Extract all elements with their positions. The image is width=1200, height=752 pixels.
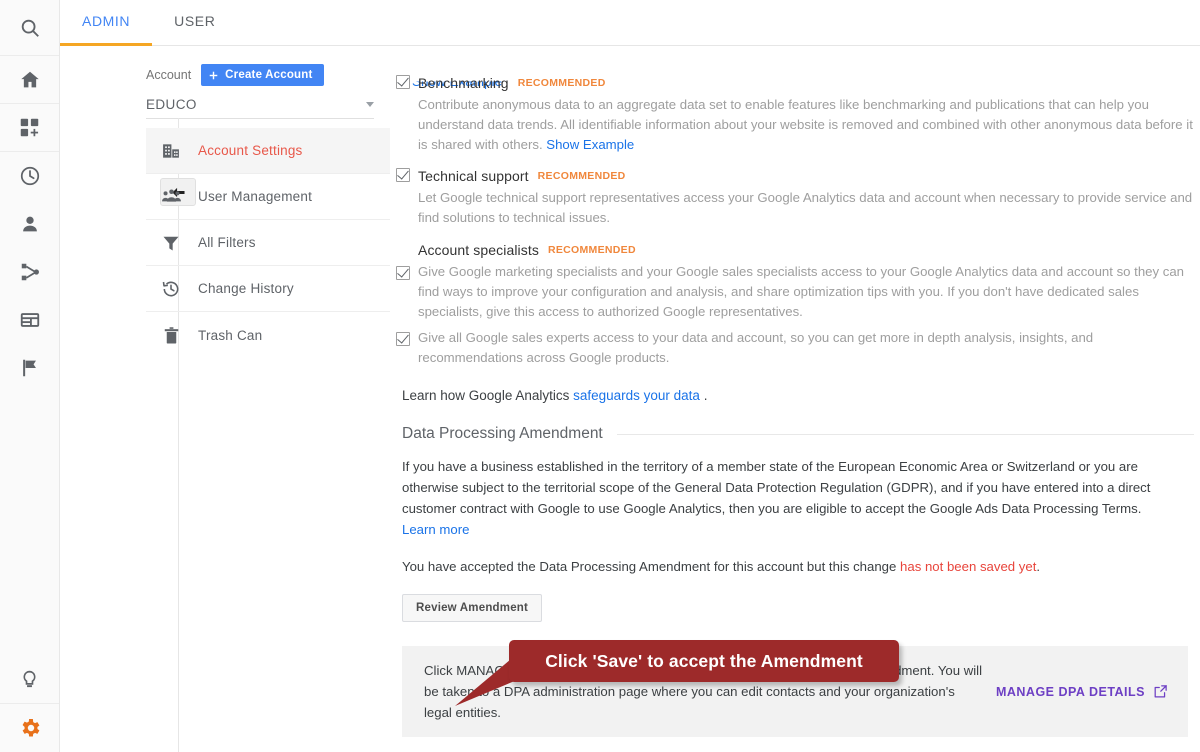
dpa-section-header: Data Processing Amendment — [396, 425, 1194, 443]
conversions-flag-icon[interactable] — [0, 344, 59, 392]
home-icon[interactable] — [0, 56, 59, 104]
sidebar-item-trash-can[interactable]: Trash Can — [146, 312, 390, 358]
people-group-icon — [160, 186, 182, 207]
review-amendment-button[interactable]: Review Amendment — [402, 594, 543, 622]
sales-experts-description: Give all Google sales experts access to … — [418, 330, 1094, 365]
top-tabs: ADMIN USER — [60, 0, 1200, 46]
account-config-panel: Account Create Account EDUCO Account Set… — [60, 47, 390, 752]
funnel-filter-icon — [160, 233, 182, 253]
google-analytics-admin-screen: ADMIN USER Account Create Account EDUCO — [0, 0, 1200, 752]
chevron-down-icon — [366, 102, 374, 107]
benchmarking-checkbox[interactable] — [396, 75, 410, 89]
recommended-badge: RECOMMENDED — [537, 170, 626, 182]
dpa-status-warning: has not been saved yet — [900, 559, 1037, 574]
dpa-paragraph: If you have a business established in th… — [396, 456, 1178, 540]
account-label: Account — [146, 68, 192, 82]
plus-icon — [209, 71, 218, 79]
manage-dpa-details-link[interactable]: MANAGE DPA DETAILS — [996, 684, 1168, 699]
create-account-button[interactable]: Create Account — [201, 64, 324, 86]
discover-bulb-icon[interactable] — [0, 656, 59, 704]
safeguards-suffix: . — [699, 388, 708, 403]
acquisition-share-icon[interactable] — [0, 248, 59, 296]
learn-more-link[interactable]: Learn more — [402, 522, 469, 537]
sidebar-item-label: User Management — [198, 189, 313, 204]
technical-support-header: Technical support RECOMMENDED — [418, 166, 1194, 186]
rail-spacer — [0, 392, 59, 656]
safeguards-prefix: Learn how Google Analytics — [402, 388, 574, 403]
technical-support-title: Technical support — [418, 168, 529, 184]
dpa-paragraph-text: If you have a business established in th… — [402, 459, 1151, 516]
account-specialists-title: Account specialists — [418, 242, 539, 258]
sidebar-item-label: Change History — [198, 281, 294, 296]
tab-admin[interactable]: ADMIN — [60, 0, 153, 46]
section-divider — [616, 433, 1194, 435]
recommended-badge: RECOMMENDED — [547, 244, 636, 256]
marketing-specialists-description: Give Google marketing specialists and yo… — [418, 264, 1185, 319]
benchmarking-title: Benchmarking — [418, 75, 509, 91]
technical-support-description: Let Google technical support representat… — [418, 190, 1193, 225]
account-header: Account Create Account — [146, 64, 324, 86]
primary-nav-rail — [0, 0, 60, 752]
dpa-status-prefix: You have accepted the Data Processing Am… — [402, 559, 901, 574]
behavior-card-icon[interactable] — [0, 296, 59, 344]
create-account-label: Create Account — [225, 69, 313, 81]
dpa-status-suffix: . — [1036, 559, 1041, 574]
specialist-item-1: Give Google marketing specialists and yo… — [396, 262, 1194, 322]
option-account-specialists: Account specialists RECOMMENDED — [396, 240, 1194, 260]
instruction-callout: Click 'Save' to accept the Amendment — [509, 640, 899, 682]
sidebar-item-label: Account Settings — [198, 143, 303, 158]
recommended-badge: RECOMMENDED — [517, 77, 606, 89]
account-selected-value: EDUCO — [146, 97, 197, 112]
callout-text: Click 'Save' to accept the Amendment — [545, 650, 863, 671]
safeguards-line: Learn how Google Analytics safeguards yo… — [396, 388, 1194, 403]
technical-support-checkbox[interactable] — [396, 168, 410, 182]
sidebar-item-user-management[interactable]: User Management — [146, 174, 390, 220]
history-clock-icon — [160, 279, 182, 299]
benchmarking-description: Contribute anonymous data to an aggregat… — [418, 95, 1194, 155]
benchmarking-description-text: Contribute anonymous data to an aggregat… — [418, 97, 1193, 152]
admin-gear-icon[interactable] — [0, 704, 59, 752]
safeguards-your-data-link[interactable]: safeguards your data — [573, 388, 700, 403]
external-link-icon — [1154, 685, 1167, 698]
sidebar-item-all-filters[interactable]: All Filters — [146, 220, 390, 266]
tab-user[interactable]: USER — [152, 0, 237, 46]
account-specialists-header: Account specialists RECOMMENDED — [418, 240, 1194, 260]
search-icon[interactable] — [0, 0, 59, 56]
benchmarking-header: Benchmarking RECOMMENDED — [418, 73, 1194, 93]
sidebar-item-label: All Filters — [198, 235, 256, 250]
audience-person-icon[interactable] — [0, 200, 59, 248]
realtime-clock-icon[interactable] — [0, 152, 59, 200]
specialist-item-2: Give all Google sales experts access to … — [396, 328, 1194, 368]
customization-icon[interactable] — [0, 104, 59, 152]
sidebar-item-label: Trash Can — [198, 327, 263, 343]
sidebar-item-change-history[interactable]: Change History — [146, 266, 390, 312]
account-selector-dropdown[interactable]: EDUCO — [146, 97, 374, 119]
marketing-specialists-checkbox[interactable] — [396, 266, 410, 280]
dpa-status-line: You have accepted the Data Processing Am… — [396, 556, 1178, 577]
show-example-link[interactable]: Show Example — [546, 137, 634, 152]
dpa-heading: Data Processing Amendment — [402, 425, 603, 442]
building-icon — [160, 141, 182, 161]
option-technical-support: Technical support RECOMMENDED Let Google… — [396, 166, 1194, 228]
trash-can-icon — [160, 326, 182, 345]
account-nav-list: Account Settings User Management All Fil… — [146, 128, 390, 358]
manage-dpa-details-label: MANAGE DPA DETAILS — [995, 684, 1145, 699]
sidebar-item-account-settings[interactable]: Account Settings — [146, 128, 390, 174]
option-benchmarking: Benchmarking RECOMMENDED Contribute anon… — [396, 73, 1194, 155]
sales-experts-checkbox[interactable] — [396, 332, 410, 346]
